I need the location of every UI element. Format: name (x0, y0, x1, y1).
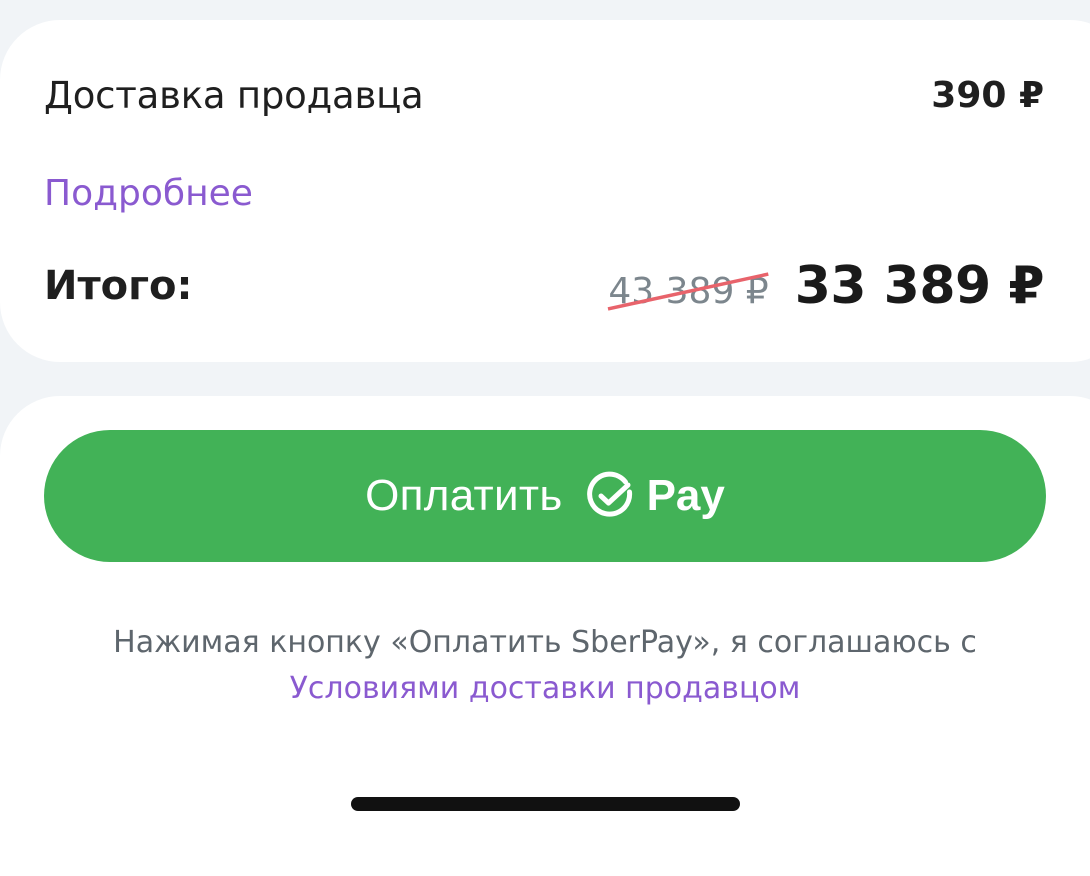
terms-notice: Нажимая кнопку «Оплатить SberPay», я сог… (0, 620, 1090, 712)
delivery-row: Доставка продавца 390 ₽ (44, 70, 1044, 120)
pay-button[interactable]: Оплатить Pay (44, 430, 1046, 562)
delivery-price: 390 ₽ (931, 74, 1044, 116)
new-price: 33 389 ₽ (794, 256, 1045, 316)
delivery-terms-link[interactable]: Условиями доставки продавцом (290, 671, 801, 706)
pay-button-suffix: Pay (646, 471, 725, 520)
sber-check-icon (586, 471, 632, 517)
terms-text: Нажимая кнопку «Оплатить SberPay», я сог… (113, 625, 977, 660)
old-price-wrapper: 43 389 ₽ (608, 271, 768, 312)
strikethrough-line (608, 271, 768, 312)
more-row: Подробнее (44, 168, 1044, 218)
delivery-label: Доставка продавца (44, 73, 424, 117)
total-row: Итого: 43 389 ₽ 33 389 ₽ (44, 254, 1045, 318)
total-prices: 43 389 ₽ 33 389 ₽ (608, 256, 1045, 316)
pay-button-label: Оплатить (365, 471, 563, 520)
more-details-link[interactable]: Подробнее (44, 173, 253, 214)
total-label: Итого: (44, 263, 193, 309)
home-indicator[interactable] (351, 797, 740, 811)
